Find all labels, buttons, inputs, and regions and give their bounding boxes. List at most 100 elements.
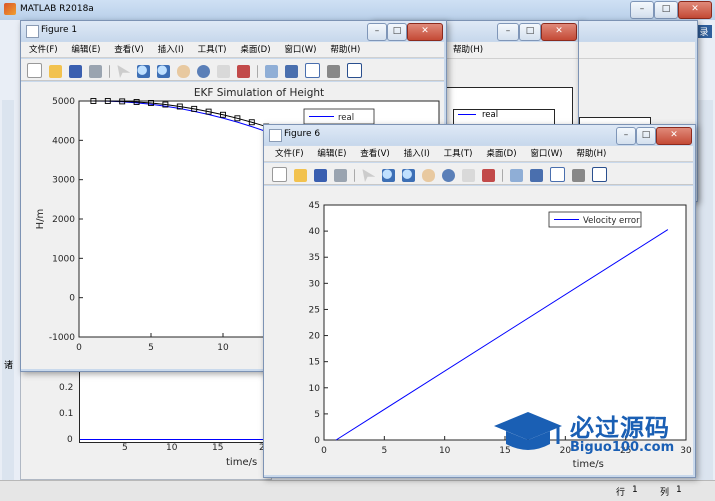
menu-insert[interactable]: 插入(I): [158, 42, 184, 58]
y-tick-label: 15: [309, 358, 320, 368]
lower-xtick-0: 5: [122, 443, 128, 453]
rotate-icon[interactable]: [196, 65, 210, 78]
link-plot-icon[interactable]: [265, 65, 279, 78]
pan-icon[interactable]: [177, 65, 190, 78]
edit-plot-icon[interactable]: [117, 65, 131, 78]
colorbar-icon[interactable]: [285, 65, 299, 78]
hide-tools-icon[interactable]: [572, 169, 585, 182]
y-tick-label: 35: [309, 253, 320, 263]
y-tick-label: 10: [309, 384, 321, 394]
open-file-icon[interactable]: [293, 169, 307, 182]
lower-axes: [79, 371, 271, 443]
menu-view[interactable]: 查看(V): [114, 42, 143, 58]
menu-view[interactable]: 查看(V): [360, 146, 389, 162]
menu-insert[interactable]: 插入(I): [404, 146, 430, 162]
bg1-maximize-button[interactable]: □: [519, 23, 541, 41]
figure1-close-button[interactable]: ✕: [407, 23, 443, 41]
figure6-title-bar: Figure 6 – □ ✕: [264, 125, 695, 145]
brush-icon[interactable]: [236, 65, 250, 78]
y-tick-label: 5000: [52, 97, 75, 107]
x-axis-label: time/s: [573, 459, 604, 470]
zoom-in-icon[interactable]: [382, 169, 396, 182]
menu-window[interactable]: 窗口(W): [284, 42, 316, 58]
save-icon[interactable]: [313, 169, 327, 182]
col-value: 1: [676, 485, 682, 495]
pan-icon[interactable]: [422, 169, 435, 182]
bg1-close-button[interactable]: ✕: [541, 23, 577, 41]
colorbar-icon[interactable]: [530, 169, 544, 182]
show-tools-icon[interactable]: [591, 167, 607, 182]
menu-help[interactable]: 帮助(H): [576, 146, 606, 162]
rotate-icon[interactable]: [441, 169, 455, 182]
menu-desktop[interactable]: 桌面(D): [240, 42, 270, 58]
menu-edit[interactable]: 编辑(E): [71, 42, 100, 58]
app-title: MATLAB R2018a: [20, 4, 94, 14]
menu-file[interactable]: 文件(F): [275, 146, 304, 162]
chart-title: EKF Simulation of Height: [194, 87, 324, 99]
figure1-toolbar: [21, 59, 444, 81]
lower-ytick-0: 0.2: [59, 383, 74, 393]
figure1-minimize-button[interactable]: –: [367, 23, 387, 41]
bg1-legend: real: [453, 109, 555, 125]
y-tick-label: -1000: [49, 333, 75, 343]
close-button[interactable]: ✕: [678, 1, 712, 19]
new-figure-icon[interactable]: [27, 63, 42, 78]
show-tools-icon[interactable]: [346, 63, 362, 78]
maximize-button[interactable]: □: [654, 1, 678, 19]
bg1-minimize-button[interactable]: –: [497, 23, 519, 41]
zoom-in-icon[interactable]: [137, 65, 151, 78]
edit-plot-icon[interactable]: [362, 169, 376, 182]
data-cursor-icon[interactable]: [216, 65, 230, 78]
graduation-cap-logo-icon: [494, 412, 562, 450]
x-tick-label: 5: [148, 343, 154, 353]
save-icon[interactable]: [68, 65, 82, 78]
side-panel-label[interactable]: 录: [696, 25, 712, 38]
data-cursor-icon[interactable]: [461, 169, 475, 182]
menu-help[interactable]: 帮助(H): [330, 42, 360, 58]
y-tick-label: 5: [314, 410, 320, 420]
print-icon[interactable]: [333, 169, 347, 182]
menu-tools[interactable]: 工具(T): [198, 42, 227, 58]
bg1-help-menu[interactable]: 帮助(H): [453, 42, 483, 58]
lower-xlabel: time/s: [226, 457, 258, 468]
legend-icon[interactable]: [305, 63, 321, 78]
menu-file[interactable]: 文件(F): [29, 42, 58, 58]
figure6-minimize-button[interactable]: –: [616, 127, 636, 145]
y-tick-label: 2000: [52, 215, 75, 225]
menu-window[interactable]: 窗口(W): [530, 146, 562, 162]
menu-tools[interactable]: 工具(T): [444, 146, 473, 162]
toolbar-separator: [353, 169, 356, 182]
figure1-title: Figure 1: [41, 25, 78, 35]
status-bar: 行 1 列 1: [0, 480, 715, 501]
lower-ytick-1: 0.1: [59, 409, 74, 419]
axes-box: [323, 204, 687, 441]
menu-desktop[interactable]: 桌面(D): [486, 146, 516, 162]
hide-tools-icon[interactable]: [327, 65, 340, 78]
bg2-menubar: [579, 42, 695, 59]
link-plot-icon[interactable]: [510, 169, 524, 182]
legend-label: real: [338, 113, 354, 123]
print-icon[interactable]: [88, 65, 102, 78]
figure1-maximize-button[interactable]: □: [387, 23, 407, 41]
x-tick-label: 0: [76, 343, 82, 353]
figure1-title-bar: Figure 1 – □ ✕: [21, 21, 446, 41]
figure-icon: [26, 25, 39, 38]
row-value: 1: [632, 485, 638, 495]
zoom-out-icon[interactable]: [402, 169, 416, 182]
y-tick-label: 0: [69, 294, 75, 304]
figure6-maximize-button[interactable]: □: [636, 127, 656, 145]
bg2-title-bar: [579, 21, 697, 41]
open-file-icon[interactable]: [48, 65, 62, 78]
menu-edit[interactable]: 编辑(E): [317, 146, 346, 162]
y-tick-label: 4000: [52, 136, 75, 146]
new-figure-icon[interactable]: [272, 167, 287, 182]
y-tick-label: 3000: [52, 176, 75, 186]
y-tick-label: 1000: [52, 254, 75, 264]
brush-icon[interactable]: [481, 169, 495, 182]
zoom-out-icon[interactable]: [157, 65, 171, 78]
legend-icon[interactable]: [550, 167, 566, 182]
minimize-button[interactable]: –: [630, 1, 654, 19]
figure6-close-button[interactable]: ✕: [656, 127, 692, 145]
toolbar-separator: [256, 65, 259, 78]
y-tick-label: 30: [309, 279, 321, 289]
